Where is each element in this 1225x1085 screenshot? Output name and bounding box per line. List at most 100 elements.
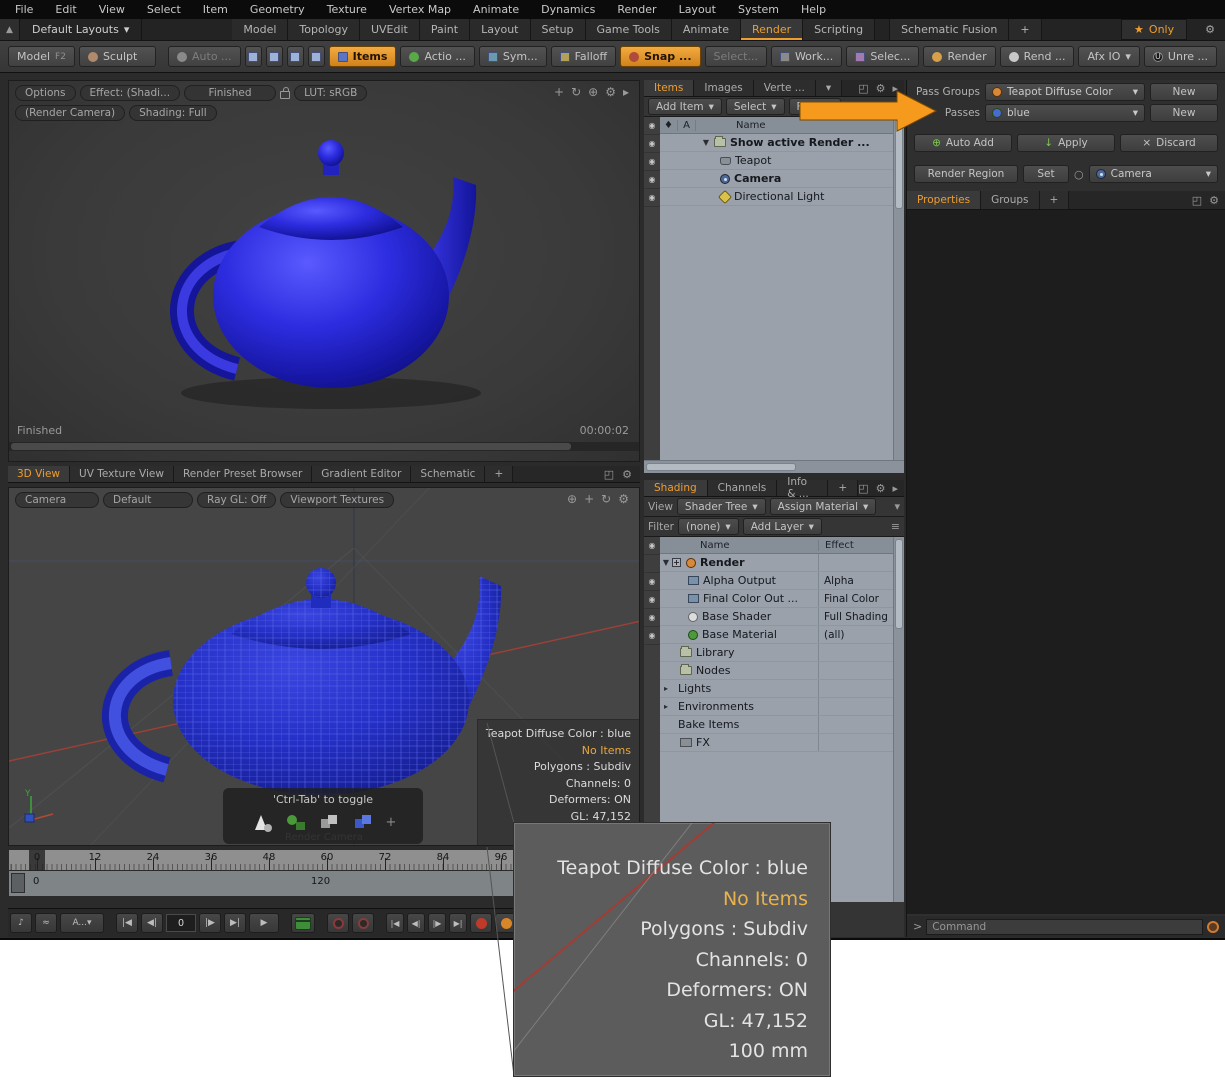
expand-icon[interactable]: ◰ [604, 468, 614, 481]
options-button[interactable]: Options [15, 85, 76, 101]
menu-item[interactable]: Item [192, 1, 239, 18]
gear-icon[interactable]: ⚙ [618, 492, 629, 506]
a-column-header[interactable]: A [678, 120, 696, 131]
only-toggle[interactable]: ★ Only [1121, 19, 1187, 40]
items-vscrollbar[interactable] [893, 117, 904, 460]
set-button[interactable]: Set [1023, 165, 1069, 183]
zoom-icon[interactable]: ⊕ [588, 85, 598, 99]
effect-column-header[interactable]: Effect [818, 540, 904, 551]
tab-groups[interactable]: Groups [981, 191, 1039, 209]
filter-dropdown[interactable]: Filter ▾ [789, 98, 841, 115]
view-type-dropdown[interactable]: Camera [15, 492, 99, 508]
selection-mode-materials-button[interactable] [308, 46, 325, 67]
expand-icon[interactable]: ◰ [1192, 194, 1202, 207]
shader-row-nodes[interactable]: Nodes [660, 662, 904, 680]
eye-icon[interactable]: ◉ [644, 573, 660, 591]
expander-icon[interactable]: ▼ [660, 558, 672, 567]
snap-button[interactable]: Snap ... [620, 46, 700, 67]
add-preset-icon[interactable]: + [386, 815, 397, 830]
shading-dropdown[interactable]: Shading: Full [129, 105, 217, 121]
render-region-button[interactable]: Render Region [914, 165, 1018, 183]
shader-row-alpha-output[interactable]: Alpha Output Alpha ▾ [660, 572, 904, 590]
items-hscrollbar[interactable] [644, 460, 904, 473]
audio-dropdown[interactable]: A... ▾ [60, 913, 104, 933]
select-through-button[interactable]: Select... [705, 46, 767, 67]
pass-group-dropdown[interactable]: Teapot Diffuse Color ▾ [985, 83, 1145, 101]
list-options-icon[interactable]: ≡ [891, 520, 900, 533]
layout-tab-layout[interactable]: Layout [470, 19, 530, 40]
shader-row-render[interactable]: ▼ + Render [660, 554, 904, 572]
select-dropdown[interactable]: Select ▾ [726, 98, 785, 115]
region-camera-dropdown[interactable]: Camera ▾ [1089, 165, 1218, 183]
instances-preset-icon[interactable] [352, 811, 376, 833]
waveform-button[interactable]: ≈ [35, 913, 57, 933]
finished-dropdown[interactable]: Finished [184, 85, 276, 101]
filter-value-dropdown[interactable]: (none) ▾ [678, 518, 739, 535]
command-input[interactable] [926, 919, 1203, 935]
tab-channels[interactable]: Channels [708, 480, 778, 496]
render-vp-scrollbar[interactable] [9, 442, 639, 451]
shading-filter-icon[interactable]: ▾ [894, 500, 900, 513]
layout-popup-icon[interactable]: ▲ [0, 19, 20, 40]
eye-icon[interactable]: ◉ [644, 153, 660, 171]
selection-sets-button[interactable]: Selec... [846, 46, 919, 67]
layout-tab-scripting[interactable]: Scripting [803, 19, 875, 40]
item-row-camera[interactable]: Camera [660, 170, 904, 188]
tab-add[interactable]: + [828, 480, 858, 496]
scrollbar-handle[interactable] [895, 539, 903, 629]
sculpt-mode-button[interactable]: Sculpt [79, 46, 156, 67]
goto-start-button[interactable]: |◀ [116, 913, 138, 933]
raygl-dropdown[interactable]: Ray GL: Off [197, 492, 276, 508]
pan-icon[interactable]: + [554, 85, 564, 99]
step-back-button[interactable]: ◀| [141, 913, 163, 933]
menu-vertex-map[interactable]: Vertex Map [378, 1, 462, 18]
action-center-button[interactable]: Actio ... [400, 46, 474, 67]
effect-dropdown[interactable]: Final Color ▾ [818, 590, 904, 607]
eye-column-header-icon[interactable]: ◉ [644, 117, 660, 135]
tab-vertex[interactable]: Verte ... [754, 80, 816, 96]
eye-icon[interactable]: ◉ [644, 591, 660, 609]
tab-properties[interactable]: Properties [907, 191, 981, 209]
view-mode-dropdown[interactable]: Shader Tree ▾ [677, 498, 766, 515]
shader-row-base-shader[interactable]: Base Shader Full Shading ▾ [660, 608, 904, 626]
prev-key-button[interactable]: |◀ [386, 913, 404, 933]
expander-icon[interactable]: ▼ [700, 138, 712, 147]
next-key-button[interactable]: ▶| [449, 913, 467, 933]
layout-tab-render[interactable]: Render [741, 19, 803, 40]
eye-icon[interactable]: ◉ [644, 135, 660, 153]
layout-tab-uvedit[interactable]: UVEdit [360, 19, 420, 40]
gear-icon[interactable]: ⚙ [1209, 194, 1219, 207]
shader-row-final-color-output[interactable]: Final Color Out ... Final Color ▾ [660, 590, 904, 608]
menu-render[interactable]: Render [606, 1, 667, 18]
expand-icon[interactable]: ◰ [858, 82, 868, 95]
render-camera-dropdown[interactable]: (Render Camera) [15, 105, 125, 121]
tab-schematic[interactable]: Schematic [411, 466, 485, 482]
layout-tab-paint[interactable]: Paint [420, 19, 470, 40]
layout-tab-animate[interactable]: Animate [672, 19, 741, 40]
selection-mode-items-button[interactable]: Items [329, 46, 397, 67]
range-start-handle[interactable] [11, 873, 25, 893]
tab-items[interactable]: Items [644, 80, 694, 96]
apply-button[interactable]: ↓ Apply [1017, 134, 1115, 152]
unreal-bridge-button[interactable]: U Unre ... [1144, 46, 1217, 67]
shader-vscrollbar[interactable] [893, 537, 904, 902]
eye-icon[interactable]: ◉ [644, 171, 660, 189]
rotate-icon[interactable]: ↻ [601, 492, 611, 506]
auto-select-button[interactable]: Auto ... [168, 46, 241, 67]
auto-add-button[interactable]: ⊕ Auto Add [914, 134, 1012, 152]
region-toggle-icon[interactable]: ○ [1074, 168, 1084, 181]
expander-icon[interactable]: ▸ [660, 684, 672, 693]
falloff-button[interactable]: Falloff [551, 46, 616, 67]
lut-dropdown[interactable]: LUT: sRGB [294, 85, 367, 101]
eye-icon[interactable]: ◉ [644, 627, 660, 645]
menu-texture[interactable]: Texture [316, 1, 378, 18]
menu-view[interactable]: View [88, 1, 136, 18]
gear-icon[interactable]: ⚙ [876, 82, 886, 95]
add-layer-dropdown[interactable]: Add Layer ▾ [743, 518, 822, 535]
menu-file[interactable]: File [4, 1, 44, 18]
step-forward-button[interactable]: |▶ [199, 913, 221, 933]
tab-gradient-editor[interactable]: Gradient Editor [312, 466, 411, 482]
layout-switcher[interactable]: Default Layouts ▾ [20, 19, 142, 40]
play-button[interactable]: ▶ [249, 913, 279, 933]
tab-3d-view[interactable]: 3D View [8, 466, 70, 482]
